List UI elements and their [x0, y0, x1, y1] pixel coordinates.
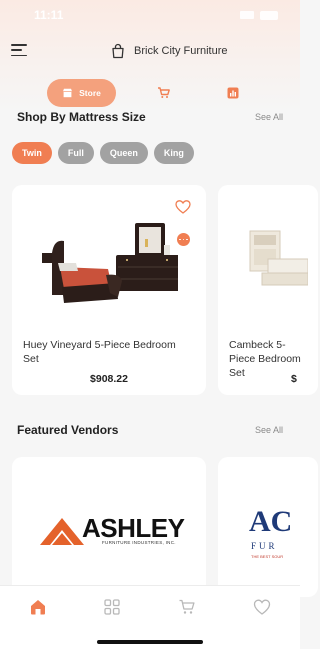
tab-store-label: Store: [79, 88, 101, 98]
vendor-logo: ASHLEY FURNITURE INDUSTRIES, INC.: [38, 514, 188, 548]
cart-icon[interactable]: [157, 86, 171, 100]
vendor-tagline: FUR: [251, 541, 278, 551]
status-icons: [240, 10, 278, 20]
home-indicator: [97, 640, 203, 644]
vendor-card[interactable]: ASHLEY FURNITURE INDUSTRIES, INC.: [12, 457, 206, 597]
section-title: Shop By Mattress Size: [17, 110, 146, 124]
vendor-subtagline: THE BEST SOUR: [251, 554, 284, 559]
reports-icon[interactable]: [226, 86, 240, 100]
view-switcher: Store: [0, 79, 300, 109]
chip-full[interactable]: Full: [57, 142, 94, 164]
mattress-size-chips: Twin Full Queen King: [12, 142, 194, 164]
vendor-name: AC: [249, 505, 293, 538]
more-options-button[interactable]: [177, 233, 190, 246]
vendor-name: ASHLEY: [82, 513, 185, 543]
product-image: [249, 230, 308, 286]
vendor-tagline: FURNITURE INDUSTRIES, INC.: [102, 540, 176, 545]
section-title: Featured Vendors: [17, 423, 119, 437]
see-all-link[interactable]: See All: [255, 425, 283, 435]
status-bar: 11:11: [0, 0, 300, 30]
status-time: 11:11: [34, 8, 64, 22]
tab-store[interactable]: Store: [47, 79, 116, 107]
store-icon: [63, 88, 73, 98]
see-all-link[interactable]: See All: [255, 112, 283, 122]
store-selector[interactable]: Brick City Furniture: [110, 43, 228, 59]
battery-icon: [260, 10, 278, 20]
shopping-bag-icon: [112, 43, 124, 59]
product-card[interactable]: Cambeck 5-Piece Bedroom Set $: [218, 185, 318, 395]
product-price: $908.22: [90, 373, 128, 385]
vendors-section-header: Featured Vendors See All: [17, 423, 283, 437]
product-card[interactable]: Huey Vineyard 5-Piece Bedroom Set $908.2…: [12, 185, 206, 395]
vendor-card[interactable]: AC FUR THE BEST SOUR: [218, 457, 318, 597]
signal-icon: [240, 11, 254, 19]
app-header: Brick City Furniture: [0, 36, 300, 66]
product-image: [42, 223, 178, 303]
menu-icon[interactable]: [11, 44, 29, 58]
chip-twin[interactable]: Twin: [12, 142, 52, 164]
cart-icon[interactable]: [178, 598, 196, 616]
mattress-section-header: Shop By Mattress Size See All: [17, 110, 283, 124]
product-price: $: [291, 373, 297, 385]
product-name: Huey Vineyard 5-Piece Bedroom Set: [23, 339, 176, 365]
favorite-icon[interactable]: [175, 199, 191, 215]
grid-icon[interactable]: [103, 598, 121, 616]
chip-king[interactable]: King: [153, 142, 194, 164]
store-name: Brick City Furniture: [134, 45, 228, 57]
chip-queen[interactable]: Queen: [99, 142, 148, 164]
heart-icon[interactable]: [253, 598, 271, 616]
home-icon[interactable]: [29, 598, 47, 616]
